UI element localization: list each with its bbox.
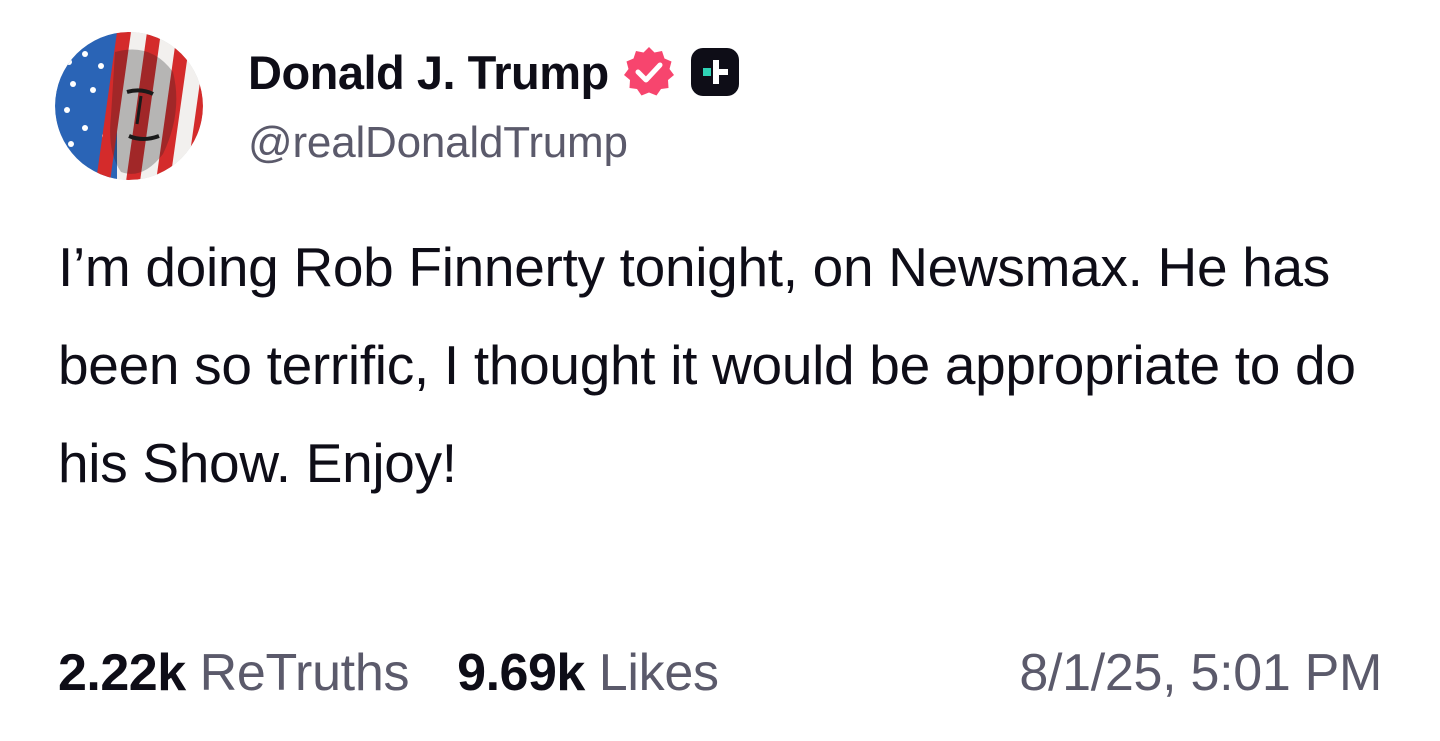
likes-label: Likes: [598, 644, 719, 702]
author-handle[interactable]: @realDonaldTrump: [248, 118, 628, 168]
retruths-stat[interactable]: 2.22k ReTruths: [58, 643, 409, 703]
post-text: I’m doing Rob Finnerty tonight, on Newsm…: [58, 236, 1356, 494]
author-display-name[interactable]: Donald J. Trump: [248, 45, 609, 100]
likes-stat[interactable]: 9.69k Likes: [457, 643, 719, 703]
verified-badge-icon: [621, 44, 677, 100]
avatar[interactable]: [55, 32, 203, 180]
post-timestamp: 8/1/25, 5:01 PM: [1019, 644, 1382, 702]
retruths-label: ReTruths: [199, 644, 410, 702]
truth-plus-icon: [689, 46, 741, 98]
post-stats: 2.22k ReTruths 9.69k Likes 8/1/25, 5:01 …: [58, 640, 1382, 706]
avatar-image: [55, 32, 203, 180]
author-name-row: Donald J. Trump: [248, 42, 741, 102]
truth-post: Donald J. Trump @realDonaldTrump I’m doi…: [0, 0, 1440, 741]
likes-count: 9.69k: [457, 644, 585, 702]
retruths-count: 2.22k: [58, 644, 186, 702]
